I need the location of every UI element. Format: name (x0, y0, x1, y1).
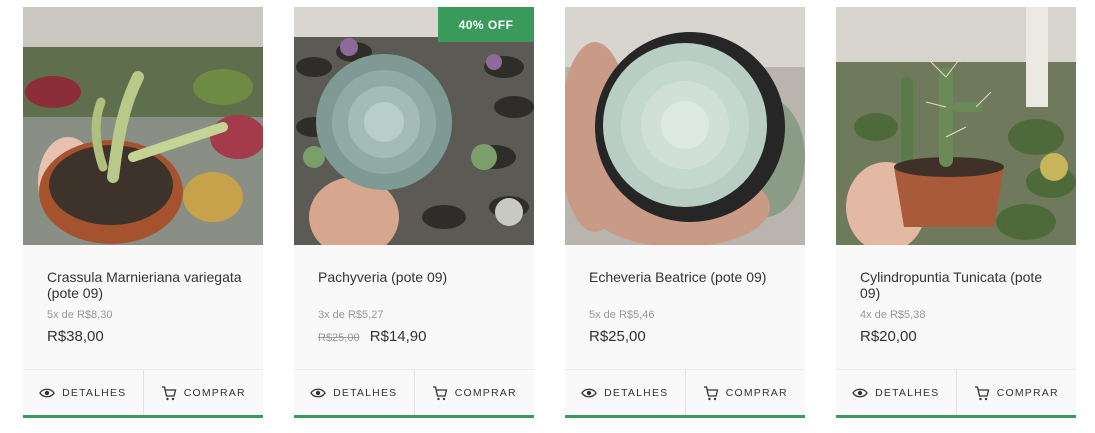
details-button[interactable]: DETALHES (836, 370, 956, 416)
product-name[interactable]: Echeveria Beatrice (pote 09) (589, 269, 789, 285)
buy-button[interactable]: COMPRAR (413, 370, 535, 416)
details-label: DETALHES (875, 387, 940, 399)
price-block: R$25,00 (589, 328, 646, 345)
accent-bar (836, 415, 1076, 418)
product-photo (23, 7, 263, 245)
price: R$14,90 (369, 328, 427, 345)
product-image[interactable] (565, 7, 805, 245)
buy-button[interactable]: COMPRAR (684, 370, 806, 416)
eye-icon (852, 387, 868, 399)
price: R$25,00 (589, 328, 646, 345)
card-actions: DETALHES COMPRAR (565, 369, 805, 416)
price: R$38,00 (47, 328, 104, 345)
card-actions: DETALHES COMPRAR (23, 369, 263, 416)
cart-icon (703, 385, 719, 401)
accent-bar (23, 415, 263, 418)
details-button[interactable]: DETALHES (565, 370, 685, 416)
details-button[interactable]: DETALHES (294, 370, 414, 416)
installments-text: 3x de R$5,27 (318, 309, 384, 321)
details-label: DETALHES (333, 387, 398, 399)
buy-label: COMPRAR (996, 387, 1059, 399)
discount-badge: 40% OFF (438, 7, 534, 42)
price-block: R$20,00 (860, 328, 917, 345)
product-image[interactable]: 40% OFF (294, 7, 534, 245)
installments-text: 4x de R$5,38 (860, 309, 926, 321)
product-photo (294, 7, 534, 245)
product-name[interactable]: Pachyveria (pote 09) (318, 269, 518, 285)
product-card[interactable]: Cylindropuntia Tunicata (pote 09) 4x de … (836, 7, 1076, 418)
product-card[interactable]: Echeveria Beatrice (pote 09) 5x de R$5,4… (565, 7, 805, 418)
product-image[interactable] (23, 7, 263, 245)
price-block: R$38,00 (47, 328, 104, 345)
eye-icon (310, 387, 326, 399)
details-label: DETALHES (604, 387, 669, 399)
details-label: DETALHES (62, 387, 127, 399)
eye-icon (581, 387, 597, 399)
cart-icon (974, 385, 990, 401)
product-photo (565, 7, 805, 245)
price: R$20,00 (860, 328, 917, 345)
buy-label: COMPRAR (725, 387, 788, 399)
product-photo (836, 7, 1076, 245)
buy-label: COMPRAR (183, 387, 246, 399)
product-name[interactable]: Cylindropuntia Tunicata (pote 09) (860, 269, 1060, 301)
product-grid: Crassula Marnieriana variegata (pote 09)… (0, 0, 1095, 433)
buy-button[interactable]: COMPRAR (142, 370, 264, 416)
product-card[interactable]: Crassula Marnieriana variegata (pote 09)… (23, 7, 263, 418)
cart-icon (432, 385, 448, 401)
product-image[interactable] (836, 7, 1076, 245)
card-actions: DETALHES COMPRAR (294, 369, 534, 416)
buy-button[interactable]: COMPRAR (955, 370, 1077, 416)
installments-text: 5x de R$5,46 (589, 309, 655, 321)
accent-bar (565, 415, 805, 418)
buy-label: COMPRAR (454, 387, 517, 399)
installments-text: 5x de R$8,30 (47, 309, 113, 321)
details-button[interactable]: DETALHES (23, 370, 143, 416)
accent-bar (294, 415, 534, 418)
old-price: R$25,00 (318, 332, 360, 344)
product-card[interactable]: 40% OFF Pachyveria (pote 09) 3x de R$5,2… (294, 7, 534, 418)
cart-icon (161, 385, 177, 401)
price-block: R$25,00 R$14,90 (318, 328, 426, 345)
product-name[interactable]: Crassula Marnieriana variegata (pote 09) (47, 269, 247, 301)
eye-icon (39, 387, 55, 399)
card-actions: DETALHES COMPRAR (836, 369, 1076, 416)
